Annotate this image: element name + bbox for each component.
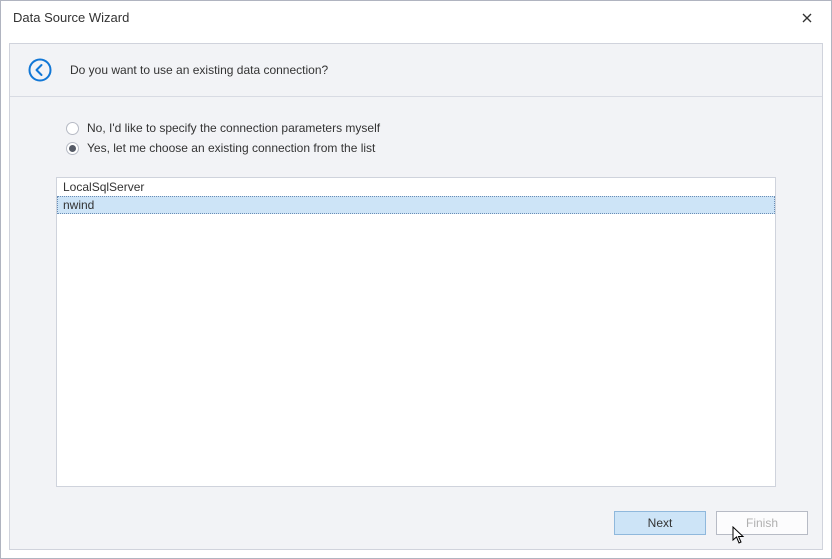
list-item[interactable]: LocalSqlServer: [57, 178, 775, 196]
radio-indicator: [66, 122, 79, 135]
wizard-panel: Do you want to use an existing data conn…: [9, 43, 823, 550]
close-button[interactable]: [795, 6, 819, 30]
radio-label-specify: No, I'd like to specify the connection p…: [87, 121, 380, 135]
radio-indicator: [66, 142, 79, 155]
next-button-label: Next: [648, 516, 673, 530]
next-button[interactable]: Next: [614, 511, 706, 535]
content-area: No, I'd like to specify the connection p…: [10, 97, 822, 499]
close-icon: [802, 13, 812, 23]
list-item[interactable]: nwind: [57, 196, 775, 214]
radio-label-existing: Yes, let me choose an existing connectio…: [87, 141, 375, 155]
titlebar: Data Source Wizard: [1, 1, 831, 35]
header-row: Do you want to use an existing data conn…: [10, 44, 822, 97]
window-title: Data Source Wizard: [13, 10, 795, 25]
radio-option-existing[interactable]: Yes, let me choose an existing connectio…: [66, 141, 776, 155]
wizard-window: Data Source Wizard Do you want to use an…: [0, 0, 832, 559]
finish-button: Finish: [716, 511, 808, 535]
connections-listbox[interactable]: LocalSqlServer nwind: [56, 177, 776, 487]
button-row: Next Finish: [10, 499, 822, 549]
finish-button-label: Finish: [746, 516, 778, 530]
radio-group: No, I'd like to specify the connection p…: [66, 121, 776, 161]
header-question: Do you want to use an existing data conn…: [70, 63, 328, 77]
back-icon[interactable]: [28, 58, 52, 82]
radio-option-specify[interactable]: No, I'd like to specify the connection p…: [66, 121, 776, 135]
